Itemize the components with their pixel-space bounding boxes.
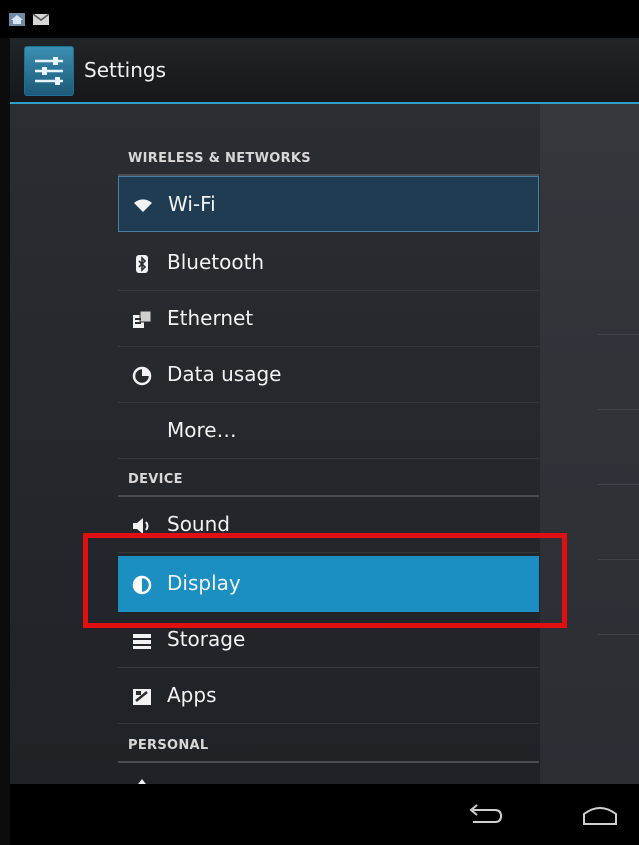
divider	[598, 634, 639, 635]
apps-icon	[133, 689, 151, 705]
settings-item-apps[interactable]: Apps	[118, 668, 539, 724]
detail-pane	[540, 104, 639, 784]
settings-item-label: Storage	[167, 627, 246, 651]
divider	[598, 484, 639, 485]
wifi-icon	[134, 199, 152, 212]
section-header-personal: PERSONAL	[128, 738, 209, 753]
settings-item-label: More…	[167, 418, 237, 442]
divider	[598, 334, 639, 335]
highlight-box	[83, 533, 567, 628]
settings-item-wifi[interactable]: Wi-Fi	[118, 176, 539, 232]
divider	[598, 409, 639, 410]
settings-item-label: Apps	[167, 683, 217, 707]
settings-main: WIRELESS & NETWORKS Wi-Fi Bluetooth Ethe…	[10, 104, 639, 784]
gmail-icon	[32, 13, 50, 25]
settings-item-label: Data usage	[167, 362, 282, 386]
ethernet-icon	[133, 310, 152, 328]
section-header-device: DEVICE	[128, 472, 183, 487]
section-header-wireless: WIRELESS & NETWORKS	[128, 151, 311, 166]
settings-item-location[interactable]	[118, 763, 539, 784]
page-title: Settings	[84, 58, 167, 82]
settings-item-data-usage[interactable]: Data usage	[118, 347, 539, 403]
storage-icon	[133, 634, 151, 649]
back-icon[interactable]	[465, 800, 505, 830]
data-usage-icon	[132, 366, 152, 386]
action-bar: Settings	[10, 38, 639, 104]
settings-item-ethernet[interactable]: Ethernet	[118, 291, 539, 347]
home-icon[interactable]	[580, 800, 620, 830]
navigation-bar	[10, 784, 639, 845]
settings-item-label: Bluetooth	[167, 250, 265, 274]
settings-item-bluetooth[interactable]: Bluetooth	[118, 235, 539, 291]
bluetooth-icon	[136, 255, 148, 273]
settings-item-label: Wi-Fi	[168, 192, 216, 216]
settings-item-label: Ethernet	[167, 306, 254, 330]
divider	[598, 559, 639, 560]
status-bar	[0, 0, 639, 38]
window-edge	[0, 38, 10, 845]
home-notification-icon	[9, 13, 25, 26]
settings-sliders-icon[interactable]	[24, 46, 74, 96]
settings-item-more[interactable]: More…	[118, 403, 539, 459]
